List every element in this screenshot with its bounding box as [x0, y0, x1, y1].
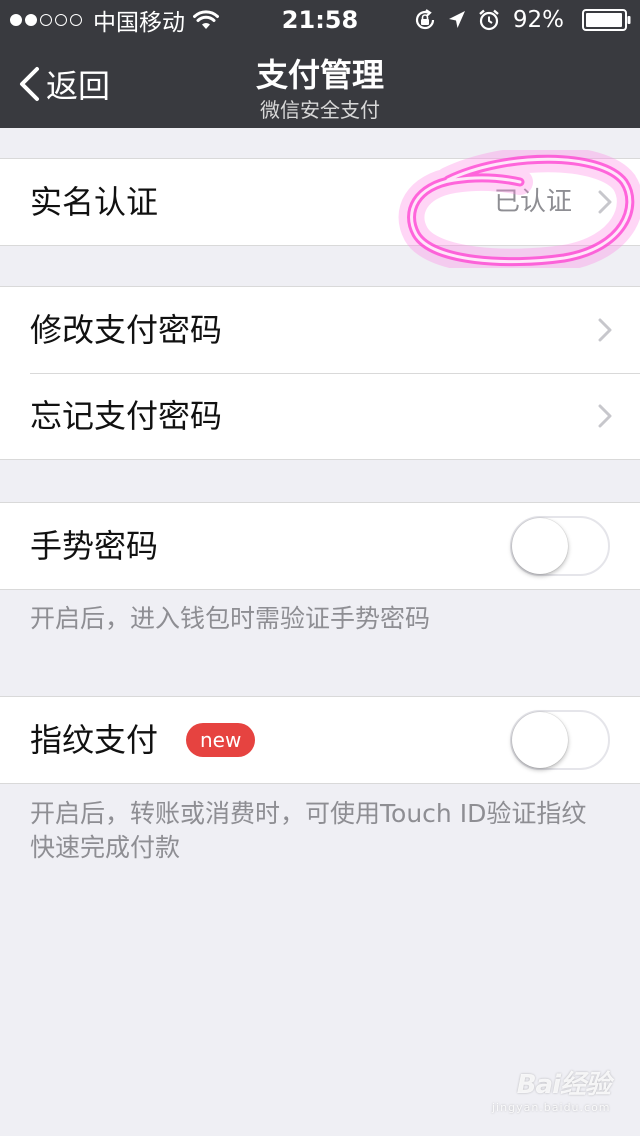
real-name-verification-row[interactable]: 实名认证 已认证 — [0, 159, 640, 245]
fingerprint-payment-hint: 开启后，转账或消费时，可使用Touch ID验证指纹快速完成付款 — [30, 799, 587, 862]
verification-status: 已认证 — [493, 187, 572, 217]
row-label: 忘记支付密码 — [30, 397, 223, 435]
toggle-knob — [512, 712, 568, 768]
change-payment-password-row[interactable]: 修改支付密码 — [0, 287, 640, 373]
new-badge: new — [186, 723, 256, 757]
gesture-group: 手势密码 — [0, 502, 640, 590]
baidu-jingyan-watermark: Bai经验 jingyan.baidu.com — [492, 1064, 611, 1114]
fingerprint-payment-toggle[interactable] — [510, 710, 610, 770]
gesture-password-hint: 开启后，进入钱包时需验证手势密码 — [30, 604, 431, 633]
verification-group: 实名认证 已认证 — [0, 158, 640, 246]
nav-bar: 返回 支付管理 微信安全支付 — [0, 40, 640, 128]
chevron-right-icon — [598, 404, 612, 428]
header: 中国移动 21:58 92% 返回 支付管理 微信安全支付 — [0, 0, 640, 128]
fingerprint-group: 指纹支付 new — [0, 696, 640, 784]
gesture-password-toggle[interactable] — [510, 516, 610, 576]
row-label: 实名认证 — [30, 183, 159, 221]
watermark-logo: Bai经验 — [516, 1070, 611, 1100]
fingerprint-payment-row: 指纹支付 new — [0, 697, 640, 783]
battery-icon — [582, 9, 631, 31]
status-right: 92% — [403, 4, 632, 36]
status-bar: 中国移动 21:58 92% — [0, 0, 640, 40]
gesture-password-row: 手势密码 — [0, 503, 640, 589]
toggle-knob — [512, 518, 568, 574]
row-label: 指纹支付 — [30, 721, 159, 759]
watermark-url: jingyan.baidu.com — [492, 1101, 611, 1114]
chevron-right-icon — [598, 318, 612, 342]
forgot-payment-password-row[interactable]: 忘记支付密码 — [0, 373, 640, 459]
page-title: 支付管理 — [255, 56, 384, 94]
password-group: 修改支付密码 忘记支付密码 — [0, 286, 640, 460]
page-subtitle: 微信安全支付 — [260, 98, 380, 122]
chevron-right-icon — [598, 190, 612, 214]
battery-percent: 92% — [512, 7, 564, 33]
alarm-clock-icon — [479, 9, 499, 31]
rotation-lock-icon — [415, 9, 434, 30]
row-label: 手势密码 — [30, 527, 159, 565]
row-label: 修改支付密码 — [30, 311, 223, 349]
location-arrow-icon — [448, 11, 465, 28]
